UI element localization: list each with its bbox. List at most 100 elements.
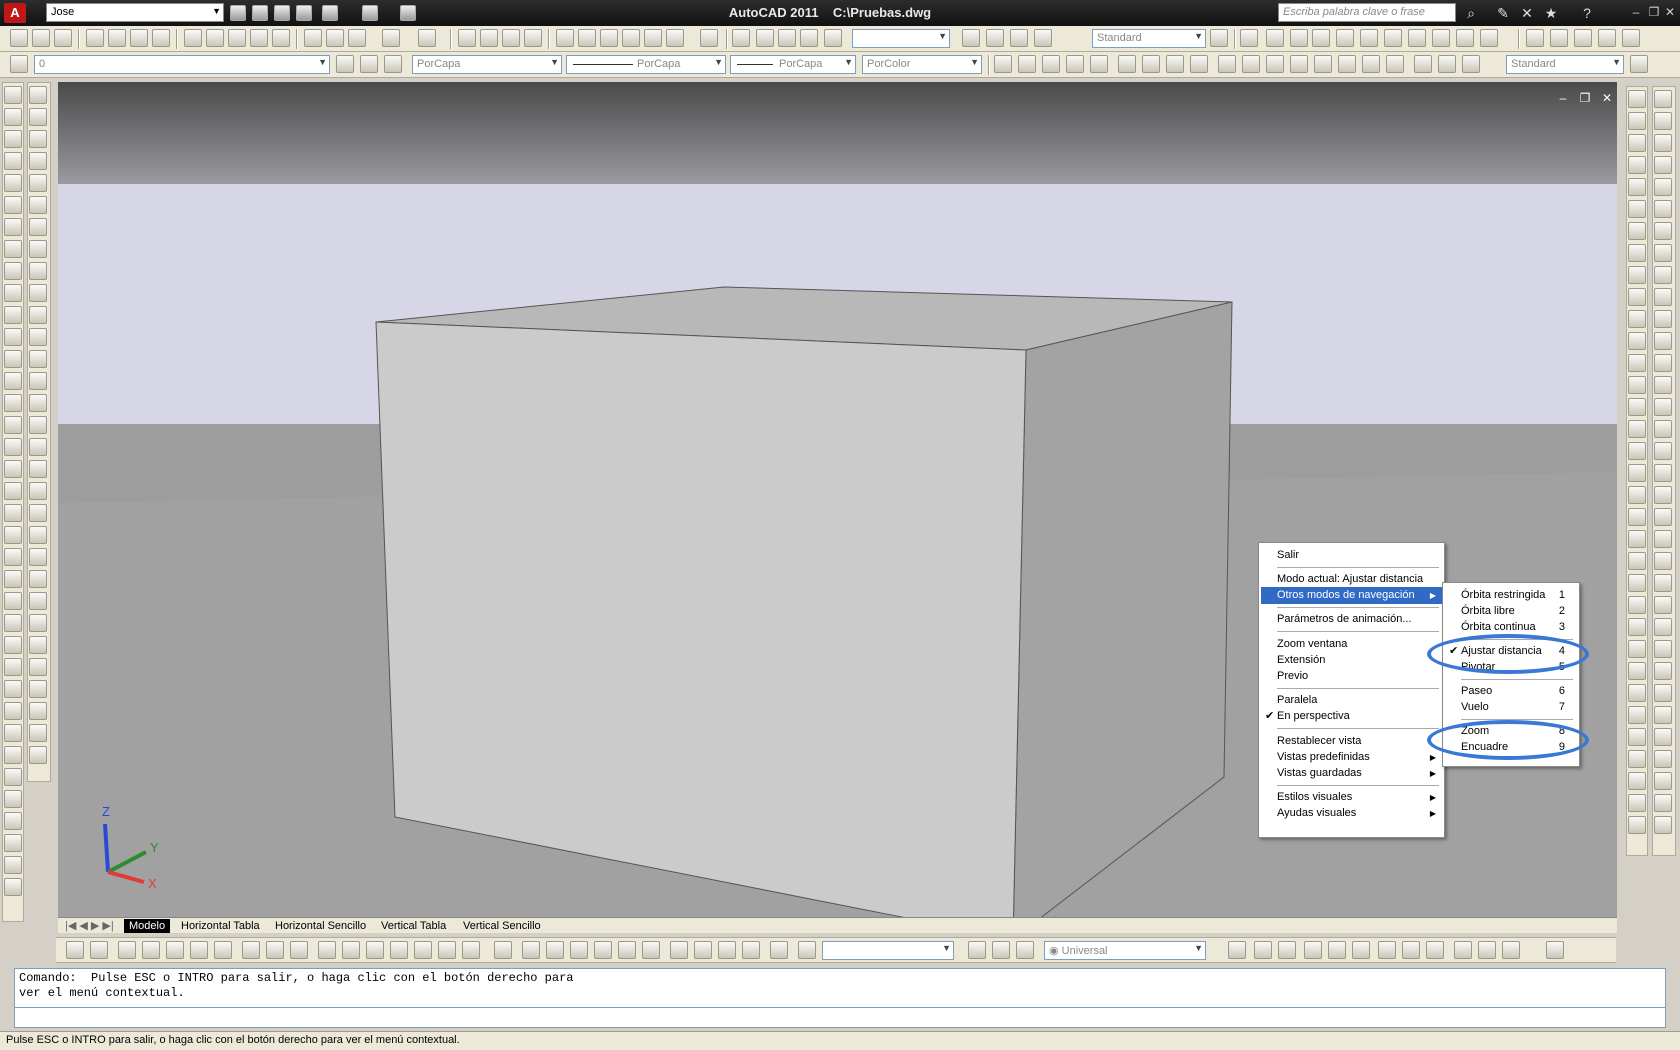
draw-tool-icon[interactable]	[4, 130, 22, 148]
bottom-view-icon[interactable]	[546, 941, 564, 959]
solid-edit-tool-icon[interactable]	[1654, 794, 1672, 812]
perpendicular-icon[interactable]	[318, 941, 336, 959]
minimize-icon[interactable]: –	[1628, 4, 1644, 20]
top-view-icon[interactable]	[522, 941, 540, 959]
solid-edit-tool-icon[interactable]	[1654, 706, 1672, 724]
diameter-dimension-icon[interactable]	[1166, 55, 1184, 73]
application-menu-button[interactable]: A	[4, 3, 26, 23]
draw-tool-icon[interactable]	[4, 416, 22, 434]
apparent-intersection-icon[interactable]	[190, 941, 208, 959]
continue-dimension-icon[interactable]	[1266, 55, 1284, 73]
modeling-tool-icon[interactable]	[1628, 662, 1646, 680]
modify-tool-icon[interactable]	[29, 372, 47, 390]
modify-tool-icon[interactable]	[29, 416, 47, 434]
draw-tool-icon[interactable]	[4, 724, 22, 742]
solid-edit-tool-icon[interactable]	[1654, 244, 1672, 262]
solid-edit-tool-icon[interactable]	[1654, 464, 1672, 482]
draw-tool-icon[interactable]	[4, 790, 22, 808]
search-input[interactable]: Escriba palabra clave o frase	[1278, 3, 1456, 22]
modify-tool-icon[interactable]	[29, 746, 47, 764]
draw-tool-icon[interactable]	[4, 86, 22, 104]
modify-tool-icon[interactable]	[29, 328, 47, 346]
solid-edit-tool-icon[interactable]	[1654, 398, 1672, 416]
text-style-dropdown[interactable]: Standard ▼	[1092, 29, 1206, 48]
layer-manager-icon[interactable]	[10, 55, 28, 73]
modify-tool-icon[interactable]	[29, 724, 47, 742]
solid-edit-tool-icon[interactable]	[1654, 574, 1672, 592]
solid-edit-tool-icon[interactable]	[1654, 222, 1672, 240]
right-view-icon[interactable]	[594, 941, 612, 959]
modeling-tool-icon[interactable]	[1628, 464, 1646, 482]
print-icon[interactable]	[86, 29, 104, 47]
tool-palettes-icon[interactable]	[600, 29, 618, 47]
solid-edit-tool-icon[interactable]	[1654, 684, 1672, 702]
color-dropdown[interactable]: PorCapa ▼	[412, 55, 562, 74]
ucs-3point-icon[interactable]	[1352, 941, 1370, 959]
draw-tool-icon[interactable]	[4, 570, 22, 588]
draw-tool-icon[interactable]	[4, 548, 22, 566]
submenu-item-free-orbit[interactable]: Órbita libre 2	[1445, 603, 1577, 620]
zoom-window-icon[interactable]	[502, 29, 520, 47]
submenu-item-constrained-orbit[interactable]: Órbita restringida 1	[1445, 587, 1577, 604]
new-icon[interactable]	[230, 5, 246, 21]
angular-dimension-icon[interactable]	[1190, 55, 1208, 73]
object-snap-none-icon[interactable]	[1456, 29, 1474, 47]
modify-tool-icon[interactable]	[29, 482, 47, 500]
modify-tool-icon[interactable]	[29, 680, 47, 698]
snap-midpoint-icon[interactable]	[90, 941, 108, 959]
solid-edit-tool-icon[interactable]	[1654, 332, 1672, 350]
redo-icon[interactable]	[362, 5, 378, 21]
arc-length-icon[interactable]	[1042, 55, 1060, 73]
open-icon[interactable]	[32, 29, 50, 47]
design-center-palette-icon[interactable]	[578, 29, 596, 47]
pan-icon[interactable]	[458, 29, 476, 47]
3d-dwf-icon[interactable]	[152, 29, 170, 47]
modeling-tool-icon[interactable]	[1628, 706, 1646, 724]
solid-edit-tool-icon[interactable]	[1654, 816, 1672, 834]
publish-icon[interactable]	[130, 29, 148, 47]
draw-tool-icon[interactable]	[4, 878, 22, 896]
layer-states-icon[interactable]	[384, 55, 402, 73]
solid-edit-tool-icon[interactable]	[1654, 508, 1672, 526]
draw-tool-icon[interactable]	[4, 438, 22, 456]
convert-viewport-icon[interactable]	[800, 29, 818, 47]
edit-spline-icon[interactable]	[986, 29, 1004, 47]
menu-item-other-modes[interactable]: Otros modos de navegación ▶	[1261, 587, 1442, 604]
make-current-layer-icon[interactable]	[336, 55, 354, 73]
solid-edit-tool-icon[interactable]	[1654, 442, 1672, 460]
tab-vertical-tabla[interactable]: Vertical Tabla	[376, 919, 451, 933]
solid-edit-tool-icon[interactable]	[1654, 420, 1672, 438]
modify-tool-icon[interactable]	[29, 570, 47, 588]
linear-dimension-icon[interactable]	[994, 55, 1012, 73]
dimension-edit-icon[interactable]	[1414, 55, 1432, 73]
nearest-icon[interactable]	[414, 941, 432, 959]
draw-tool-icon[interactable]	[4, 658, 22, 676]
menu-item-saved-views[interactable]: Vistas guardadas ▶	[1261, 765, 1442, 782]
solid-edit-tool-icon[interactable]	[1654, 376, 1672, 394]
workspace-dropdown[interactable]: Jose ▼	[46, 3, 224, 22]
draw-tool-icon[interactable]	[4, 196, 22, 214]
solid-edit-tool-icon[interactable]	[1654, 552, 1672, 570]
tab-horizontal-sencillo[interactable]: Horizontal Sencillo	[270, 919, 371, 933]
modify-tool-icon[interactable]	[29, 240, 47, 258]
modify-tool-icon[interactable]	[29, 526, 47, 544]
paste-icon[interactable]	[228, 29, 246, 47]
solid-edit-tool-icon[interactable]	[1654, 772, 1672, 790]
help-icon[interactable]: ?	[1578, 4, 1596, 22]
node-icon[interactable]	[390, 941, 408, 959]
menu-item-exit[interactable]: Salir	[1261, 547, 1442, 564]
modeling-tool-icon[interactable]	[1628, 816, 1646, 834]
modeling-tool-icon[interactable]	[1628, 376, 1646, 394]
modeling-tool-icon[interactable]	[1628, 354, 1646, 372]
layer-states-icon[interactable]	[326, 29, 344, 47]
camera-icon[interactable]	[770, 941, 788, 959]
solid-edit-tool-icon[interactable]	[1654, 750, 1672, 768]
modeling-tool-icon[interactable]	[1628, 728, 1646, 746]
draw-tool-icon[interactable]	[4, 372, 22, 390]
modeling-tool-icon[interactable]	[1628, 486, 1646, 504]
subscription-icon[interactable]: ✕	[1518, 4, 1536, 22]
draw-tool-icon[interactable]	[4, 460, 22, 478]
ucs-z-axis-icon[interactable]	[1328, 941, 1346, 959]
tab-horizontal-tabla[interactable]: Horizontal Tabla	[176, 919, 265, 933]
draw-tool-icon[interactable]	[4, 812, 22, 830]
